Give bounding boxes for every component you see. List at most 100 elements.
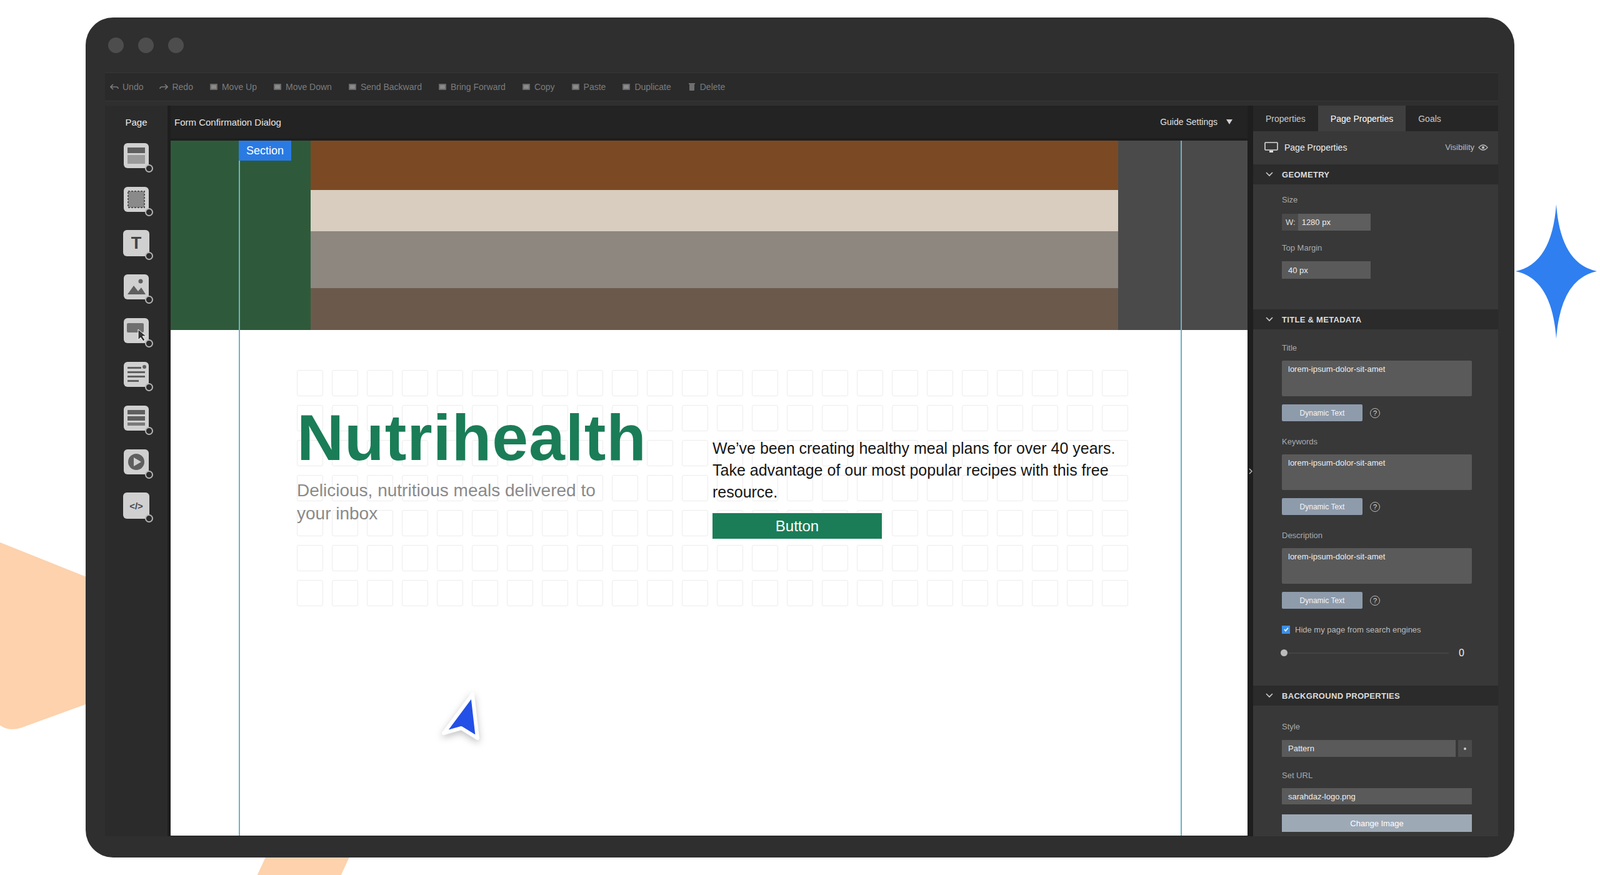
panel-tabs: PropertiesPage PropertiesGoals	[1253, 105, 1499, 132]
window-control[interactable]	[138, 37, 154, 54]
toolbar-button[interactable]: Send Backward	[348, 81, 422, 92]
properties-panel: PropertiesPage PropertiesGoalsPage Prope…	[1253, 105, 1499, 837]
dynamic-text-button[interactable]: Dynamic Text	[1281, 591, 1363, 609]
tool-button[interactable]	[123, 405, 150, 432]
tool-button[interactable]	[123, 361, 150, 388]
text-area[interactable]: lorem-ipsum-dolor-sit-amet	[1281, 360, 1472, 397]
section-header[interactable]: TITLE & METADATA	[1253, 309, 1499, 330]
grid-cell	[506, 370, 534, 397]
guide-settings-dropdown[interactable]: Guide Settings	[1160, 116, 1233, 127]
tool-button[interactable]	[123, 186, 150, 213]
tool-button[interactable]	[123, 448, 150, 475]
grid-cell	[331, 370, 359, 397]
text-area[interactable]: lorem-ipsum-dolor-sit-amet	[1281, 548, 1472, 584]
top-margin-input[interactable]: 40 px	[1281, 261, 1371, 279]
toolbar-button[interactable]: Move Down	[273, 81, 332, 92]
toolbar: Undo Redo Move Up Move Down Send Backward Bri…	[105, 72, 1499, 102]
grid-cell	[856, 545, 884, 572]
grid-cell	[1031, 545, 1059, 572]
tagline[interactable]: Delicious, nutritious meals delivered to…	[296, 478, 622, 525]
layer-icon	[621, 82, 631, 92]
list-icon	[123, 405, 150, 432]
help-icon[interactable]: ?	[1370, 501, 1380, 512]
tool-button[interactable]	[123, 317, 150, 344]
cta-button[interactable]: Button	[712, 513, 882, 539]
toolbar-button[interactable]: Undo	[110, 81, 144, 92]
grid-cell	[751, 370, 779, 397]
add-badge-icon	[145, 164, 154, 173]
tool-button[interactable]	[123, 142, 150, 169]
grid-cell	[1101, 580, 1129, 607]
url-input[interactable]: sarahdaz-logo.png	[1281, 788, 1472, 805]
toolbar-button[interactable]: Redo	[159, 81, 193, 92]
brand-heading[interactable]: Nutrihealth	[296, 405, 672, 470]
toolbar-button[interactable]: Duplicate	[621, 81, 671, 92]
add-badge-icon	[145, 251, 154, 260]
tool-button[interactable]: T	[123, 230, 150, 257]
toolbar-button[interactable]: Bring Forward	[438, 81, 506, 92]
checkbox[interactable]	[1281, 625, 1290, 634]
grid-cell	[996, 580, 1024, 607]
toolbar-button[interactable]: Paste	[571, 81, 607, 92]
grid-cell	[926, 405, 954, 432]
stage: Undo Redo Move Up Move Down Send Backward Bri…	[0, 0, 1600, 875]
grid-cell	[961, 370, 989, 397]
slider-thumb[interactable]	[1280, 649, 1288, 657]
grid-cell	[1101, 545, 1129, 572]
visibility-toggle[interactable]: Visibility	[1445, 142, 1489, 152]
metadata-field: Titlelorem-ipsum-dolor-sit-ametDynamic T…	[1281, 342, 1480, 422]
grid-cell	[1031, 405, 1059, 432]
window-control[interactable]	[168, 37, 184, 54]
panel-tab[interactable]: Goals	[1405, 105, 1454, 132]
grid-cell	[751, 580, 779, 607]
monitor-icon	[1264, 141, 1279, 154]
section-header[interactable]: GEOMETRY	[1253, 164, 1499, 185]
width-input[interactable]: 1280 px	[1298, 213, 1371, 231]
section-badge[interactable]: Section	[238, 140, 292, 161]
grid-cell	[786, 370, 814, 397]
section-icon	[123, 142, 150, 169]
panel-handle[interactable]	[1247, 105, 1254, 837]
guide-line	[238, 140, 240, 836]
toolbar-button[interactable]: Delete	[687, 81, 725, 92]
change-image-button[interactable]: Change Image	[1281, 814, 1472, 832]
grid-cell	[611, 370, 639, 397]
layer-icon	[438, 82, 447, 92]
layer-icon	[521, 82, 531, 92]
intro-text[interactable]: We’ve been creating healthy meal plans f…	[712, 437, 1125, 504]
page-section[interactable]: Nutrihealth Delicious, nutritious meals d…	[170, 330, 1248, 836]
grid-cell	[1101, 370, 1129, 397]
field-label: Size	[1281, 194, 1480, 206]
background-section: StylePatternSet URLsarahdaz-logo.pngChan…	[1253, 705, 1499, 832]
chevron-down-icon	[1265, 693, 1274, 699]
help-icon[interactable]: ?	[1370, 595, 1380, 606]
toolbar-button[interactable]: Move Up	[209, 81, 257, 92]
container-icon	[123, 186, 150, 213]
grid-cell	[1031, 370, 1059, 397]
text-area[interactable]: lorem-ipsum-dolor-sit-amet	[1281, 454, 1472, 490]
page-title: Form Confirmation Dialog	[174, 116, 282, 128]
check-icon	[1283, 626, 1290, 633]
toolbar-button[interactable]: Copy	[521, 81, 555, 92]
hide-search-checkbox[interactable]: Hide my page from search engines	[1281, 623, 1480, 635]
panel-tab[interactable]: Properties	[1253, 105, 1319, 132]
grid-cell	[366, 545, 394, 572]
layer-icon	[209, 82, 219, 92]
grid-cell	[996, 510, 1024, 537]
slider-track[interactable]	[1281, 652, 1449, 654]
peach-decoration-icon	[0, 537, 94, 738]
window-control[interactable]	[108, 37, 124, 54]
panel-tab[interactable]: Page Properties	[1318, 105, 1406, 132]
tool-button[interactable]: </>	[123, 492, 150, 519]
layer-icon	[571, 82, 580, 92]
grid-cell	[436, 510, 464, 537]
section-header[interactable]: BACKGROUND PROPERTIES	[1253, 685, 1499, 706]
grid-cell	[296, 545, 324, 572]
dynamic-text-button[interactable]: Dynamic Text	[1281, 498, 1363, 515]
style-select[interactable]: Pattern	[1281, 740, 1472, 757]
grid-cell	[926, 545, 954, 572]
dynamic-text-button[interactable]: Dynamic Text	[1281, 404, 1363, 422]
grid-cell	[1066, 370, 1094, 397]
help-icon[interactable]: ?	[1370, 408, 1380, 419]
tool-button[interactable]	[123, 273, 150, 300]
